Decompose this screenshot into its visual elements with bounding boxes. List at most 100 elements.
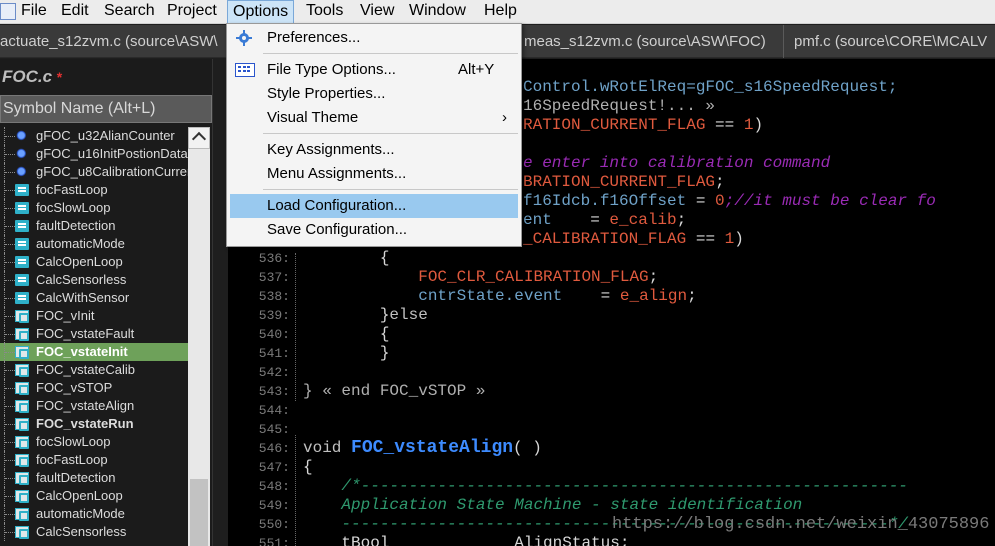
code-token: e_align xyxy=(619,287,688,305)
symbol-name: FOC_vstateAlign xyxy=(36,398,135,413)
variable-icon xyxy=(15,148,29,160)
menu-item-file-type-options[interactable]: File Type Options... Alt+Y xyxy=(230,58,518,82)
menu-tools[interactable]: Tools xyxy=(301,0,348,24)
symbol-list-item[interactable]: focSlowLoop xyxy=(0,199,188,217)
symbol-list-item[interactable]: FOC_vSTOP xyxy=(0,379,188,397)
menu-item-menu-assignments[interactable]: Menu Assignments... xyxy=(230,162,518,186)
symbol-list-item[interactable]: automaticMode xyxy=(0,505,188,523)
symbol-name: gFOC_u16InitPostionData xyxy=(36,146,188,161)
menu-options[interactable]: Options xyxy=(227,0,295,24)
code-text: { xyxy=(303,249,390,268)
code-token: = xyxy=(686,192,716,210)
code-token: = xyxy=(562,287,620,305)
symbol-name: CalcSensorless xyxy=(36,272,127,287)
code-token: tBool AlignStatus; xyxy=(303,534,630,546)
menu-file[interactable]: File xyxy=(16,0,52,24)
symbol-list-item[interactable]: FOC_vInit xyxy=(0,307,188,325)
menu-item-visual-theme[interactable]: Visual Theme › xyxy=(230,106,518,130)
code-token: ; xyxy=(676,211,687,229)
code-line: 549: Application State Machine - state i… xyxy=(228,496,995,515)
code-token: RATION_CURRENT_FLAG xyxy=(523,116,706,134)
symbol-list-item[interactable]: focFastLoop xyxy=(0,181,188,199)
symbol-list-item[interactable]: gFOC_u16InitPostionData xyxy=(0,145,188,163)
menu-project[interactable]: Project xyxy=(162,0,222,24)
symbol-list-item[interactable]: focFastLoop xyxy=(0,451,188,469)
menu-item-style-properties[interactable]: Style Properties... xyxy=(230,82,518,106)
scroll-thumb[interactable] xyxy=(190,479,208,546)
line-number: 540: xyxy=(258,327,290,342)
function-icon xyxy=(15,256,29,268)
symbol-list-item[interactable]: faultDetection xyxy=(0,469,188,487)
symbol-list-item[interactable]: faultDetection xyxy=(0,217,188,235)
function-icon xyxy=(15,238,29,250)
prototype-icon xyxy=(15,310,29,323)
symbol-list-item[interactable]: gFOC_u32AlianCounter xyxy=(0,127,188,145)
symbol-list-item[interactable]: gFOC_u8CalibrationCurrent xyxy=(0,163,188,181)
menu-item-load-configuration[interactable]: Load Configuration... xyxy=(230,194,518,218)
code-token: = xyxy=(551,211,610,229)
code-line: 551: tBool AlignStatus; xyxy=(228,534,995,546)
symbol-list: gFOC_u32AlianCounter gFOC_u16InitPostionD… xyxy=(0,127,188,546)
menu-item-label: Save Configuration... xyxy=(267,221,408,238)
options-dropdown-menu: Preferences... File Type Options... Alt+Y S… xyxy=(226,23,522,247)
menu-help[interactable]: Help xyxy=(479,0,522,24)
code-token: /*--------------------------------------… xyxy=(303,477,908,495)
menu-view[interactable]: View xyxy=(355,0,399,24)
code-text: } xyxy=(303,344,390,363)
line-number: 542: xyxy=(258,365,290,380)
code-token: } « end FOC_vSTOP » xyxy=(303,382,486,400)
function-icon xyxy=(15,274,29,286)
code-token: ; xyxy=(687,287,697,305)
function-icon xyxy=(15,184,29,196)
symbol-panel: FOC.c * Symbol Name (Alt+L) gFOC_u32Alia… xyxy=(0,59,213,546)
symbol-list-item[interactable]: CalcWithSensor xyxy=(0,289,188,307)
symbol-list-scrollbar[interactable] xyxy=(188,127,210,546)
code-token: ( ) xyxy=(513,439,542,457)
code-token: e enter into calibration command xyxy=(523,154,831,172)
code-token: f16Idcb.f16Offset xyxy=(523,192,687,210)
symbol-list-item[interactable]: CalcOpenLoop xyxy=(0,487,188,505)
code-line: 539: }else xyxy=(228,306,995,325)
symbol-list-item[interactable]: focSlowLoop xyxy=(0,433,188,451)
menu-item-save-configuration[interactable]: Save Configuration... xyxy=(230,218,518,242)
symbol-list-item[interactable]: FOC_vstateInit xyxy=(0,343,188,361)
tab-pmf[interactable]: pmf.c (source\CORE\MCALV xyxy=(794,25,995,58)
prototype-icon xyxy=(15,382,29,395)
symbol-list-item[interactable]: automaticMode xyxy=(0,235,188,253)
symbol-name-field[interactable]: Symbol Name (Alt+L) xyxy=(0,95,212,123)
menu-window[interactable]: Window xyxy=(404,0,471,24)
symbol-list-item[interactable]: FOC_vstateAlign xyxy=(0,397,188,415)
symbol-list-item[interactable]: FOC_vstateFault xyxy=(0,325,188,343)
prototype-icon xyxy=(15,526,29,539)
code-token: { xyxy=(303,458,313,476)
panel-file-title: FOC.c * xyxy=(0,65,62,89)
function-icon xyxy=(15,292,29,304)
tab-actuate[interactable]: actuate_s12zvm.c (source\ASW\ xyxy=(0,25,226,58)
symbol-name: FOC_vstateFault xyxy=(36,326,135,341)
code-text: _CALIBRATION_FLAG == 1) xyxy=(523,230,744,249)
menu-search[interactable]: Search xyxy=(99,0,160,24)
symbol-list-item[interactable]: CalcSensorless xyxy=(0,523,188,541)
code-line: 542: xyxy=(228,363,995,382)
line-number: 546: xyxy=(258,441,290,456)
prototype-icon xyxy=(15,508,29,521)
menu-item-key-assignments[interactable]: Key Assignments... xyxy=(230,138,518,162)
line-number: 541: xyxy=(258,346,290,361)
menu-item-preferences[interactable]: Preferences... xyxy=(230,26,518,50)
symbol-list-item[interactable]: CalcSensorless xyxy=(0,271,188,289)
menu-item-label: Style Properties... xyxy=(267,85,386,102)
code-text: } « end FOC_vSTOP » xyxy=(303,382,485,401)
code-token: FOC_CLR_CALIBRATION_FLAG xyxy=(418,268,649,286)
code-token: BRATION_CURRENT_FLAG xyxy=(523,173,716,191)
app-icon xyxy=(0,3,16,20)
symbol-name: gFOC_u8CalibrationCurrent xyxy=(36,164,188,179)
symbol-list-item[interactable]: FOC_vstateRun xyxy=(0,415,188,433)
scroll-up-button[interactable] xyxy=(188,127,210,149)
code-line: 536: { xyxy=(228,249,995,268)
prototype-icon xyxy=(15,418,29,431)
symbol-list-item[interactable]: FOC_vstateCalib xyxy=(0,361,188,379)
symbol-list-item[interactable]: CalcOpenLoop xyxy=(0,253,188,271)
menu-separator xyxy=(263,189,518,190)
tab-meas[interactable]: meas_s12zvm.c (source\ASW\FOC) xyxy=(522,25,778,58)
menu-edit[interactable]: Edit xyxy=(56,0,94,24)
